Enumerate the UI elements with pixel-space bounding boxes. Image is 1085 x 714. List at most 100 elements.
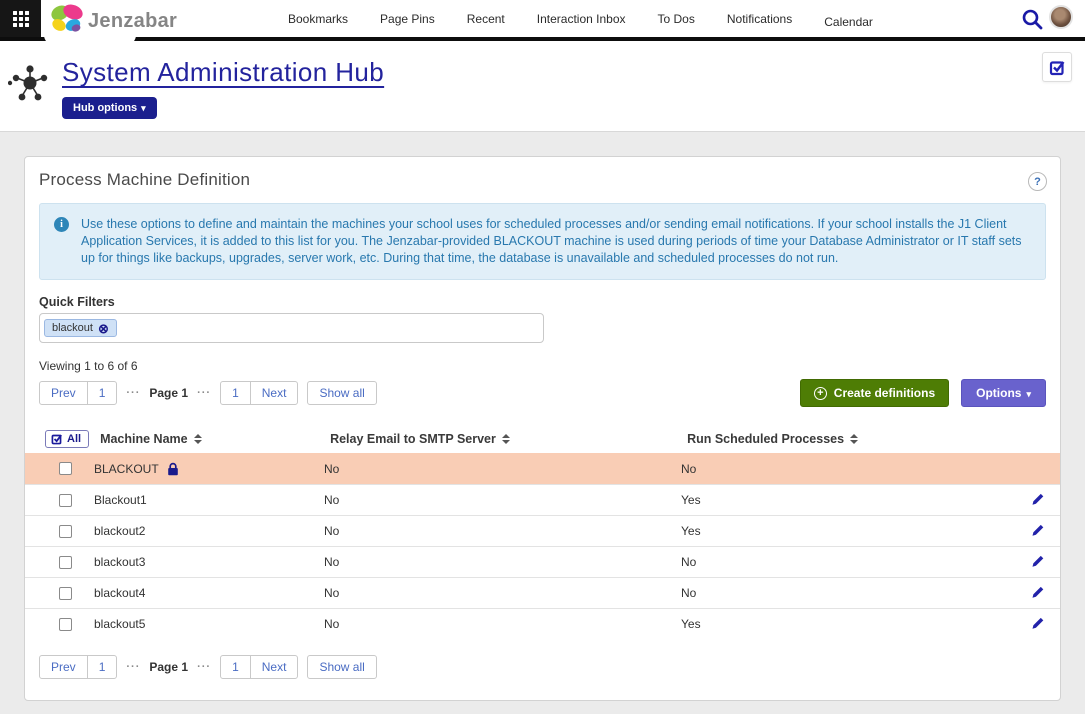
- machine-name-cell: blackout2: [94, 524, 324, 538]
- user-avatar[interactable]: [1049, 5, 1073, 29]
- next-button[interactable]: Next: [250, 656, 298, 678]
- row-checkbox[interactable]: [59, 494, 72, 507]
- butterfly-icon: [50, 4, 84, 34]
- machine-name-cell: Blackout1: [94, 493, 324, 507]
- help-icon: ?: [1034, 176, 1041, 188]
- relay-cell: No: [324, 555, 681, 569]
- machine-name-cell: blackout4: [94, 586, 324, 600]
- page-number-button[interactable]: 1: [221, 382, 250, 404]
- table-header: All Machine Name Relay Email to SMTP Ser…: [25, 425, 1060, 453]
- page-number-button[interactable]: 1: [87, 382, 117, 404]
- pencil-icon: [1031, 554, 1045, 568]
- chip-close-icon[interactable]: ⊗: [98, 323, 109, 334]
- app-grid-icon: [13, 11, 29, 27]
- navbar-divider: [0, 37, 1085, 41]
- run-cell: No: [681, 586, 1016, 600]
- table-row: blackout2 No Yes: [25, 515, 1060, 546]
- edit-button[interactable]: [1029, 521, 1047, 542]
- panel-title: Process Machine Definition: [39, 170, 250, 190]
- checkbox-check-icon: [51, 433, 63, 445]
- edit-button[interactable]: [1029, 614, 1047, 635]
- row-checkbox[interactable]: [59, 525, 72, 538]
- table-row: blackout4 No No: [25, 577, 1060, 608]
- menu-item-interaction-inbox[interactable]: Interaction Inbox: [537, 12, 626, 26]
- run-cell: Yes: [681, 493, 1016, 507]
- machine-name-cell: BLACKOUT: [94, 462, 324, 476]
- run-cell: Yes: [681, 524, 1016, 538]
- machines-table: All Machine Name Relay Email to SMTP Ser…: [25, 425, 1060, 639]
- current-page-label: Page 1: [149, 386, 188, 400]
- lock-icon: [167, 462, 179, 476]
- row-checkbox[interactable]: [59, 556, 72, 569]
- caret-down-icon: ▾: [141, 103, 146, 113]
- edit-button[interactable]: [1029, 490, 1047, 511]
- menu-item-calendar[interactable]: Calendar: [824, 15, 873, 29]
- content-area: Process Machine Definition ? i Use these…: [0, 131, 1085, 714]
- sort-icon: [850, 434, 858, 444]
- run-cell: Yes: [681, 617, 1016, 631]
- create-definitions-button[interactable]: + Create definitions: [800, 379, 949, 407]
- show-all-button[interactable]: Show all: [307, 655, 376, 679]
- prev-button[interactable]: Prev: [40, 382, 87, 404]
- menu-item-to-dos[interactable]: To Dos: [658, 12, 695, 26]
- info-text: Use these options to define and maintain…: [81, 216, 1029, 267]
- column-header-machine-name[interactable]: Machine Name: [100, 432, 330, 446]
- checkbox-check-icon: [1049, 59, 1066, 76]
- plus-icon: +: [814, 387, 827, 400]
- row-checkbox[interactable]: [59, 587, 72, 600]
- viewing-count: Viewing 1 to 6 of 6: [39, 359, 1046, 373]
- relay-cell: No: [324, 524, 681, 538]
- menu-item-bookmarks[interactable]: Bookmarks: [288, 12, 348, 26]
- table-row: BLACKOUT No No: [25, 453, 1060, 484]
- page-number-button[interactable]: 1: [87, 656, 117, 678]
- pagination-bottom: Prev 1 ··· Page 1 ··· 1 Next Show all: [39, 655, 1046, 679]
- menu-item-recent[interactable]: Recent: [467, 12, 505, 26]
- filter-chip-label: blackout: [52, 322, 93, 334]
- page-title-link[interactable]: System Administration Hub: [62, 57, 384, 88]
- pencil-icon: [1031, 585, 1045, 599]
- caret-down-icon: ▾: [1026, 389, 1031, 399]
- ellipsis: ···: [126, 661, 140, 673]
- process-machine-panel: Process Machine Definition ? i Use these…: [24, 156, 1061, 701]
- hub-options-button[interactable]: Hub options▾: [62, 97, 157, 119]
- column-header-relay-email[interactable]: Relay Email to SMTP Server: [330, 432, 687, 446]
- search-button[interactable]: [1021, 8, 1043, 30]
- run-cell: No: [681, 555, 1016, 569]
- quick-filters-input[interactable]: blackout ⊗: [39, 313, 544, 343]
- navbar-menu: Bookmarks Page Pins Recent Interaction I…: [288, 0, 873, 37]
- sort-icon: [194, 434, 202, 444]
- info-box: i Use these options to define and mainta…: [39, 203, 1046, 280]
- ellipsis: ···: [197, 661, 211, 673]
- ellipsis: ···: [197, 387, 211, 399]
- select-all-button[interactable]: All: [45, 430, 89, 448]
- page-header: System Administration Hub Hub options▾: [0, 41, 1085, 131]
- show-all-button[interactable]: Show all: [307, 381, 376, 405]
- table-row: Blackout1 No Yes: [25, 484, 1060, 515]
- help-button[interactable]: ?: [1028, 172, 1047, 191]
- next-button[interactable]: Next: [250, 382, 298, 404]
- info-icon: i: [54, 217, 69, 232]
- relay-cell: No: [324, 586, 681, 600]
- table-row: blackout3 No No: [25, 546, 1060, 577]
- column-header-run-scheduled[interactable]: Run Scheduled Processes: [687, 432, 1060, 446]
- menu-item-page-pins[interactable]: Page Pins: [380, 12, 435, 26]
- edit-button[interactable]: [1029, 583, 1047, 604]
- app-grid-button[interactable]: [0, 0, 41, 37]
- relay-cell: No: [324, 617, 681, 631]
- page-number-button[interactable]: 1: [221, 656, 250, 678]
- filter-chip: blackout ⊗: [44, 319, 117, 337]
- prev-button[interactable]: Prev: [40, 656, 87, 678]
- pencil-icon: [1031, 523, 1045, 537]
- search-icon: [1021, 8, 1043, 30]
- current-page-label: Page 1: [149, 660, 188, 674]
- row-checkbox[interactable]: [59, 462, 72, 475]
- machine-name-cell: blackout5: [94, 617, 324, 631]
- logo-text: Jenzabar: [88, 10, 177, 33]
- menu-item-notifications[interactable]: Notifications: [727, 12, 792, 26]
- edit-button[interactable]: [1029, 552, 1047, 573]
- options-button[interactable]: Options▾: [961, 379, 1046, 407]
- row-checkbox[interactable]: [59, 618, 72, 631]
- edit-page-button[interactable]: [1042, 52, 1072, 82]
- ellipsis: ···: [126, 387, 140, 399]
- jenzabar-logo[interactable]: Jenzabar: [50, 4, 177, 34]
